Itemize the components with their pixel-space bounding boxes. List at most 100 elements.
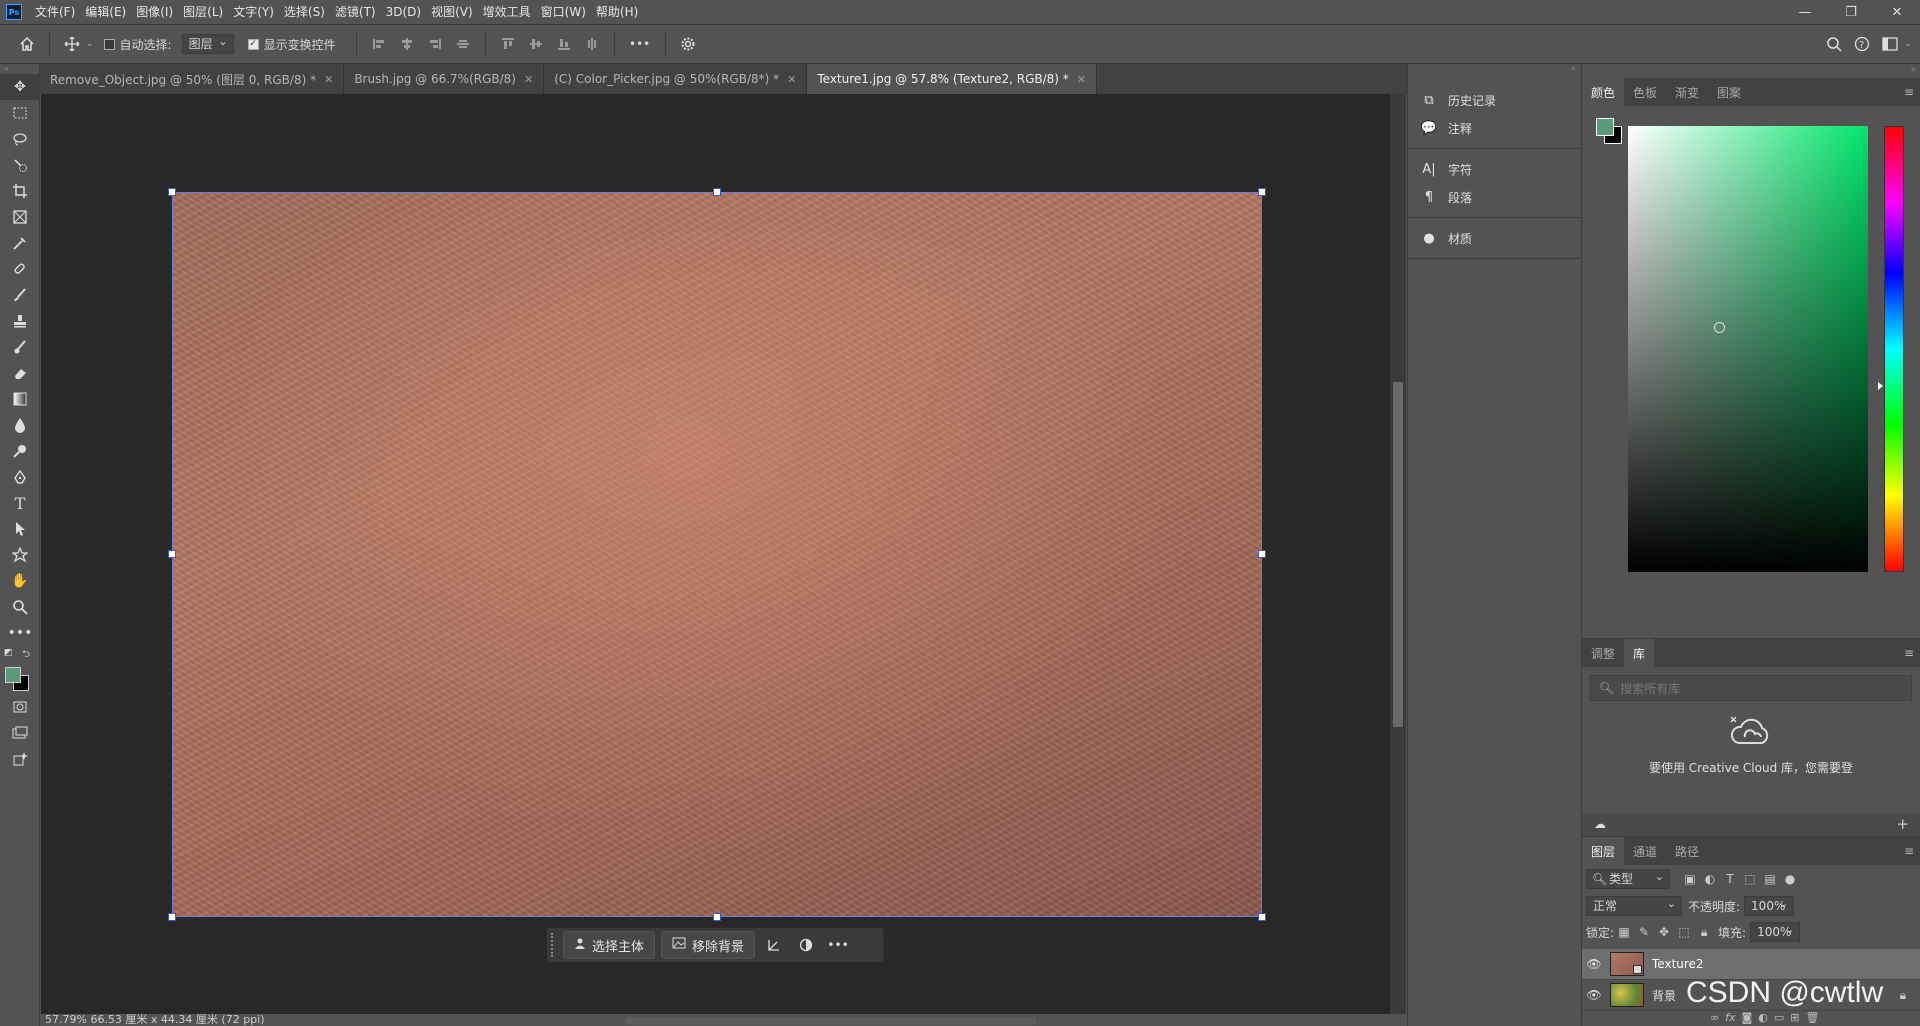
new-group-icon[interactable]: ▭ — [1774, 1011, 1784, 1024]
lock-pixels-icon[interactable]: ✎ — [1634, 922, 1654, 942]
filter-toggle-icon[interactable]: ● — [1780, 869, 1800, 889]
lock-all-icon[interactable]: 🔒︎ — [1694, 922, 1714, 942]
hue-slider-handle[interactable] — [1878, 382, 1883, 390]
panel-menu-icon[interactable]: ≡ — [1904, 646, 1914, 660]
shape-tool-icon[interactable] — [0, 542, 40, 568]
menu-edit[interactable]: 编辑(E) — [80, 0, 131, 24]
align-middle-icon[interactable] — [525, 33, 547, 55]
search-icon[interactable] — [1823, 33, 1845, 55]
menu-help[interactable]: 帮助(H) — [591, 0, 643, 24]
screen-mode-icon[interactable] — [0, 720, 40, 746]
visibility-eye-icon[interactable]: 👁︎ — [1582, 988, 1606, 1002]
panel-menu-icon[interactable]: ≡ — [1904, 85, 1914, 99]
default-colors-icon[interactable]: ◩ — [4, 648, 13, 658]
transform-handle[interactable] — [1258, 913, 1266, 921]
transform-handle[interactable] — [168, 188, 176, 196]
menu-layer[interactable]: 图层(L) — [178, 0, 228, 24]
visibility-eye-icon[interactable]: 👁︎ — [1582, 957, 1606, 971]
transform-handle[interactable] — [713, 188, 721, 196]
collapse-icon[interactable]: « — [1408, 64, 1580, 80]
blend-mode-dropdown[interactable]: 正常 — [1586, 895, 1682, 916]
more-options-icon[interactable]: ••• — [825, 931, 851, 959]
materials-panel-button[interactable]: ● 材质 — [1408, 224, 1580, 252]
generative-icon[interactable] — [0, 746, 40, 772]
smart-object-filter-icon[interactable]: ▤ — [1760, 869, 1780, 889]
auto-select-dropdown[interactable]: 图层 — [181, 33, 234, 54]
delete-layer-icon[interactable]: 🗑︎ — [1805, 1011, 1819, 1024]
collapse-icon[interactable]: » — [0, 64, 39, 74]
document-image[interactable] — [172, 192, 1262, 917]
history-brush-tool-icon[interactable] — [0, 334, 40, 360]
tab-swatches[interactable]: 色板 — [1624, 78, 1666, 106]
transform-handle[interactable] — [168, 550, 176, 558]
color-field[interactable] — [1628, 126, 1868, 572]
select-subject-button[interactable]: 选择主体 — [563, 931, 656, 959]
foreground-color-swatch[interactable] — [5, 667, 21, 683]
adjustment-filter-icon[interactable]: ◐ — [1700, 869, 1720, 889]
tab-patterns[interactable]: 图案 — [1708, 78, 1750, 106]
close-icon[interactable]: ✕ — [324, 73, 333, 86]
blur-tool-icon[interactable] — [0, 412, 40, 438]
shape-filter-icon[interactable]: ⬚ — [1740, 869, 1760, 889]
align-bottom-icon[interactable] — [553, 33, 575, 55]
new-layer-icon[interactable]: ⊞ — [1790, 1011, 1799, 1024]
layer-name[interactable]: Texture2 — [1652, 957, 1704, 971]
tab-libraries[interactable]: 库 — [1624, 639, 1655, 667]
dodge-tool-icon[interactable] — [0, 438, 40, 464]
home-icon[interactable] — [16, 33, 38, 55]
tab-channels[interactable]: 通道 — [1624, 837, 1666, 865]
pen-tool-icon[interactable] — [0, 464, 40, 490]
pixel-filter-icon[interactable]: ▣ — [1680, 869, 1700, 889]
new-adjustment-icon[interactable]: ◐ — [1758, 1011, 1768, 1024]
transform-handle[interactable] — [713, 913, 721, 921]
close-icon[interactable]: ✕ — [1077, 73, 1086, 86]
chevron-down-icon[interactable]: ⌄ — [86, 39, 94, 49]
add-icon[interactable]: + — [1896, 815, 1909, 833]
close-icon[interactable]: ✕ — [524, 73, 533, 86]
tab-brush[interactable]: Brush.jpg @ 66.7%(RGB/8) ✕ — [344, 64, 545, 94]
menu-filter[interactable]: 滤镜(T) — [330, 0, 381, 24]
gradient-tool-icon[interactable] — [0, 386, 40, 412]
library-search-input[interactable]: 🔍︎ 搜索所有库 — [1590, 675, 1912, 701]
more-tools-icon[interactable]: ••• — [0, 620, 40, 646]
tab-color-picker[interactable]: (C) Color_Picker.jpg @ 50%(RGB/8*) * ✕ — [544, 64, 808, 94]
menu-file[interactable]: 文件(F) — [30, 0, 80, 24]
lock-position-icon[interactable]: ✥ — [1654, 922, 1674, 942]
zoom-tool-icon[interactable] — [0, 594, 40, 620]
close-icon[interactable]: ✕ — [1874, 0, 1920, 24]
align-right-icon[interactable] — [424, 33, 446, 55]
adjustment-icon[interactable] — [793, 931, 819, 959]
color-picker-cursor[interactable] — [1714, 322, 1725, 333]
fill-input[interactable]: 100% — [1750, 921, 1801, 942]
eyedropper-tool-icon[interactable] — [0, 230, 40, 256]
quick-mask-icon[interactable] — [0, 694, 40, 720]
horizontal-scroll-thumb[interactable] — [626, 1017, 1036, 1025]
brush-tool-icon[interactable] — [0, 282, 40, 308]
hue-slider[interactable] — [1884, 126, 1904, 572]
history-panel-button[interactable]: ⧉ 历史记录 — [1408, 86, 1580, 114]
menu-window[interactable]: 窗口(W) — [536, 0, 591, 24]
crop-tool-icon[interactable] — [0, 178, 40, 204]
panel-menu-icon[interactable]: ≡ — [1904, 844, 1914, 858]
vertical-scroll-thumb[interactable] — [1393, 382, 1403, 727]
lock-transparency-icon[interactable]: ▦ — [1614, 922, 1634, 942]
transform-icon[interactable] — [761, 931, 787, 959]
menu-view[interactable]: 视图(V) — [426, 0, 478, 24]
tab-paths[interactable]: 路径 — [1666, 837, 1708, 865]
frame-tool-icon[interactable] — [0, 204, 40, 230]
restore-icon[interactable]: ❐ — [1828, 0, 1874, 24]
lock-artboard-icon[interactable]: ⬚ — [1674, 922, 1694, 942]
stamp-tool-icon[interactable] — [0, 308, 40, 334]
minimize-icon[interactable]: — — [1782, 0, 1828, 24]
eraser-tool-icon[interactable] — [0, 360, 40, 386]
tab-gradients[interactable]: 渐变 — [1666, 78, 1708, 106]
foreground-color-swatch[interactable] — [1596, 118, 1614, 136]
tab-texture1[interactable]: Texture1.jpg @ 57.8% (Texture2, RGB/8) *… — [807, 64, 1098, 94]
drag-handle[interactable] — [551, 933, 557, 957]
menu-image[interactable]: 图像(I) — [131, 0, 178, 24]
transform-handle[interactable] — [168, 913, 176, 921]
swap-colors-icon[interactable]: ⮌ — [22, 647, 30, 664]
collapse-icon[interactable]: « — [1582, 64, 1920, 78]
gear-icon[interactable] — [677, 33, 699, 55]
align-left-icon[interactable] — [368, 33, 390, 55]
